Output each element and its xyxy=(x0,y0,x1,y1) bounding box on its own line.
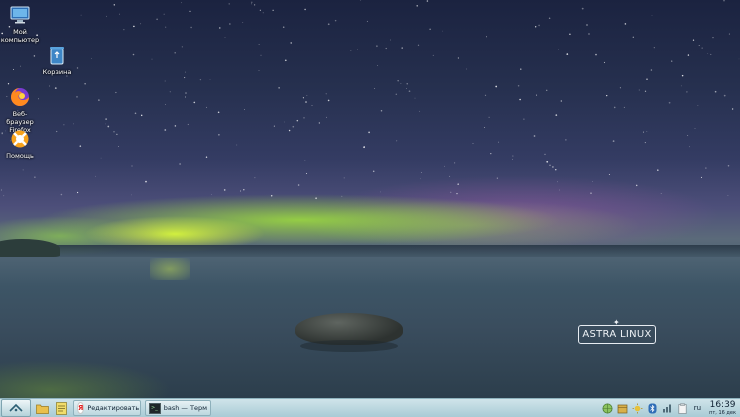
display-tray-icon[interactable] xyxy=(632,403,643,414)
computer-icon xyxy=(9,4,31,26)
bluetooth-icon xyxy=(648,403,657,413)
start-menu-icon xyxy=(9,403,23,412)
notes-icon xyxy=(55,401,67,415)
horizon-band xyxy=(0,245,740,257)
signal-tray-icon[interactable] xyxy=(662,403,673,414)
text-editor-launcher[interactable] xyxy=(53,400,69,416)
globe-icon xyxy=(602,403,613,413)
desktop-icon-help[interactable]: Помощь xyxy=(0,128,50,160)
clipboard-icon xyxy=(678,402,687,414)
taskbar: Я Редактировать д >_ bash — Терм ru 16:3… xyxy=(0,398,740,417)
folder-icon xyxy=(35,404,49,414)
desktop-icon-label: Мой компьютер xyxy=(0,28,40,44)
rock-reflection xyxy=(300,340,398,352)
start-menu-button[interactable] xyxy=(1,399,31,417)
file-manager-launcher[interactable] xyxy=(34,400,50,416)
task-terminal[interactable]: >_ bash — Терм xyxy=(145,400,211,416)
task-yandex-browser[interactable]: Я Редактировать д xyxy=(73,400,141,416)
system-tray: ru 16:39 пт, 16 дек xyxy=(598,399,740,417)
firefox-icon xyxy=(9,86,31,108)
network-tray-icon[interactable] xyxy=(602,403,613,414)
desktop-icon-my-computer[interactable]: Мой компьютер xyxy=(0,4,50,44)
updates-tray-icon[interactable] xyxy=(617,403,628,414)
task-label: bash — Терм xyxy=(163,404,207,412)
bluetooth-tray-icon[interactable] xyxy=(647,403,658,414)
desktop-wallpaper: ✦ ASTRA LINUX xyxy=(0,0,740,398)
desktop-icon-trash[interactable]: Корзина xyxy=(27,44,87,76)
astra-linux-logo: ASTRA LINUX xyxy=(578,325,656,344)
desktop-icon-firefox[interactable]: Веб-браузер Firefox xyxy=(0,86,50,134)
terminal-icon: >_ xyxy=(149,402,161,414)
island xyxy=(0,239,60,257)
clock-date: пт, 16 дек xyxy=(709,409,736,416)
signal-bars-icon xyxy=(662,404,671,413)
trash-icon xyxy=(46,44,68,66)
clock[interactable]: 16:39 пт, 16 дек xyxy=(709,399,736,416)
package-icon xyxy=(617,404,628,413)
shoreline xyxy=(0,360,200,398)
desktop-icon-label: Корзина xyxy=(42,68,72,76)
clock-time: 16:39 xyxy=(709,399,736,410)
keyboard-layout-indicator[interactable]: ru xyxy=(694,404,701,412)
task-label: Редактировать д xyxy=(87,404,141,412)
lifebuoy-icon xyxy=(9,128,31,150)
aurora-reflection xyxy=(150,258,190,280)
desktop-icon-label: Помощь xyxy=(6,152,34,160)
yandex-browser-icon: Я xyxy=(77,402,85,414)
clipboard-tray-icon[interactable] xyxy=(677,402,688,414)
brightness-icon xyxy=(632,403,643,413)
